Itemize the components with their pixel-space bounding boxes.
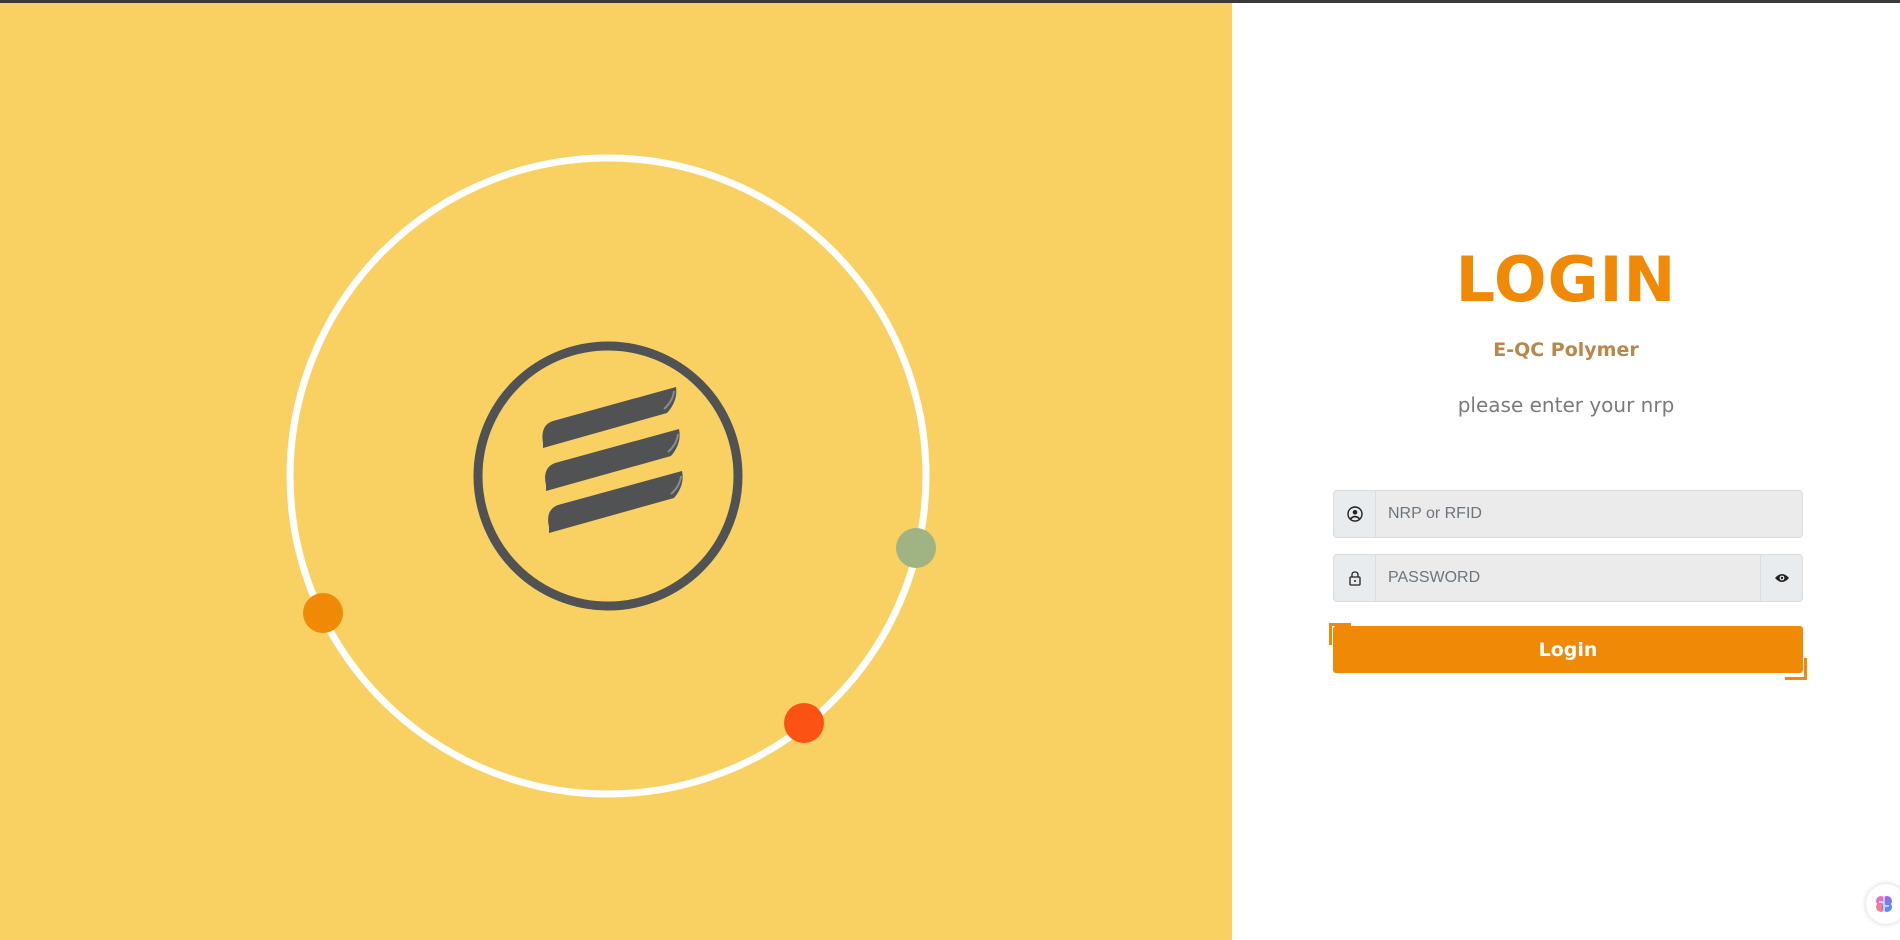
orbit-ring (286, 154, 930, 798)
login-hint: please enter your nrp (1457, 393, 1675, 417)
user-circle-icon (1334, 491, 1376, 537)
lock-icon (1334, 555, 1376, 601)
brand-illustration (286, 154, 936, 798)
button-corner-accent (1329, 623, 1351, 645)
username-field-group (1333, 490, 1803, 538)
brand-panel (0, 3, 1232, 940)
button-corner-accent (1785, 658, 1807, 680)
password-field-group (1333, 554, 1803, 602)
orbit-dot-green (896, 528, 936, 568)
eye-icon[interactable] (1760, 555, 1802, 601)
password-input[interactable] (1376, 555, 1760, 601)
assistant-widget[interactable] (1866, 884, 1900, 924)
brain-icon (1876, 896, 1892, 912)
username-input[interactable] (1376, 491, 1802, 537)
page-title: LOGIN (1455, 243, 1677, 316)
company-logo-icon (473, 341, 743, 611)
login-button[interactable]: Login (1333, 626, 1803, 673)
orbit-dot-red (784, 703, 824, 743)
login-panel: LOGIN E-QC Polymer please enter your nrp (1232, 3, 1900, 940)
app-name: E-QC Polymer (1493, 339, 1639, 361)
orbit-dot-orange (303, 593, 343, 633)
